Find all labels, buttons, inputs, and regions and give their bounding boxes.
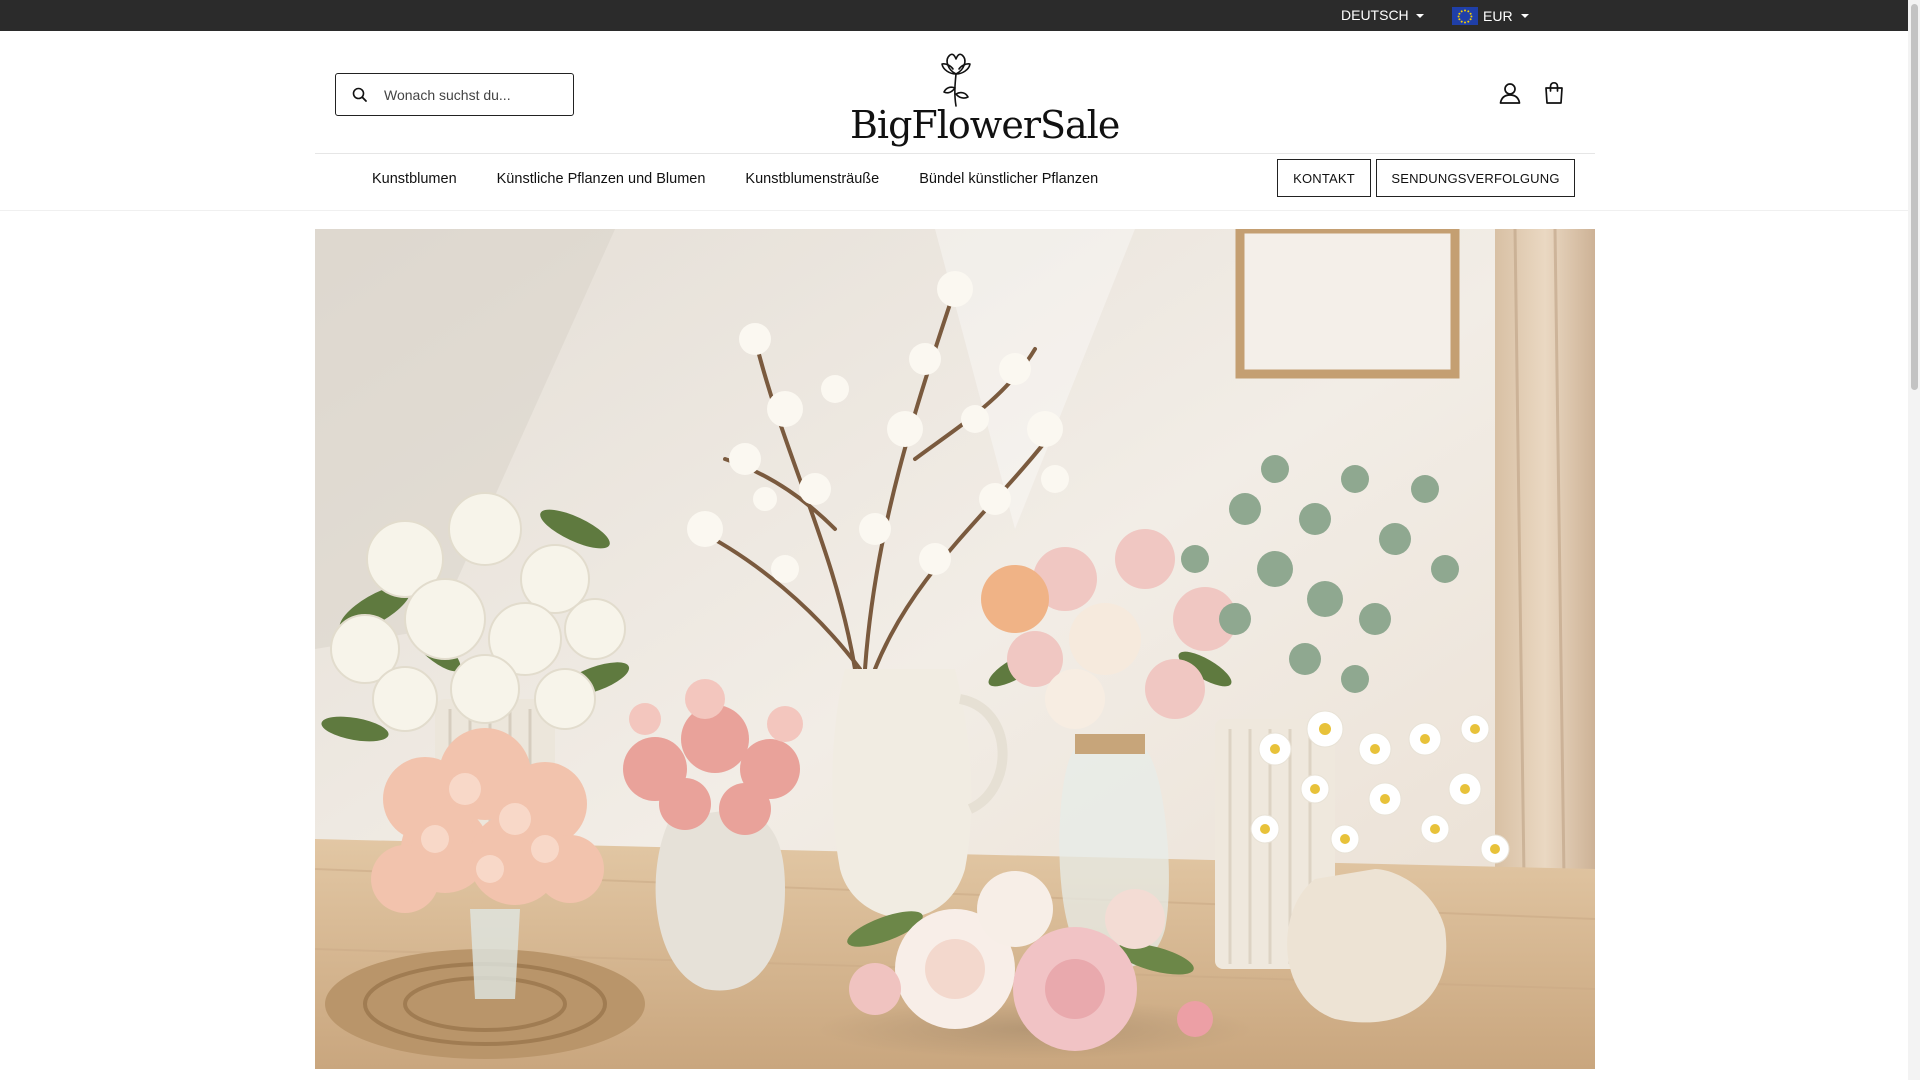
currency-selector[interactable]: EUR bbox=[1452, 0, 1529, 31]
nav-item-kunstblumenstraeusse[interactable]: Kunstblumensträuße bbox=[725, 164, 899, 194]
shopping-bag-icon[interactable] bbox=[1541, 80, 1567, 106]
logo-wordmark: BigFlowerSale bbox=[850, 103, 1120, 147]
nav-item-kunstblumen[interactable]: Kunstblumen bbox=[352, 164, 477, 194]
chevron-down-icon bbox=[1520, 13, 1529, 18]
top-bar: DEUTSCH EUR bbox=[0, 0, 1920, 31]
eu-flag-icon bbox=[1452, 6, 1478, 25]
scrollbar-thumb[interactable] bbox=[1911, 4, 1918, 390]
header-divider bbox=[315, 153, 1595, 154]
flower-arrangement-illustration bbox=[315, 229, 1595, 1069]
search-box[interactable] bbox=[335, 73, 574, 116]
language-selector[interactable]: DEUTSCH bbox=[1341, 0, 1424, 31]
nav-divider bbox=[0, 210, 1920, 211]
contact-button[interactable]: KONTAKT bbox=[1277, 159, 1371, 197]
main-navigation: Kunstblumen Künstliche Pflanzen und Blum… bbox=[352, 164, 1118, 194]
tracking-button[interactable]: SENDUNGSVERFOLGUNG bbox=[1376, 159, 1575, 197]
language-label: DEUTSCH bbox=[1341, 7, 1409, 23]
flower-logo-icon bbox=[941, 53, 971, 107]
page-scrollbar[interactable] bbox=[1908, 0, 1920, 1080]
account-icon[interactable] bbox=[1497, 80, 1523, 106]
nav-item-kuenstliche-pflanzen[interactable]: Künstliche Pflanzen und Blumen bbox=[477, 164, 726, 194]
search-icon[interactable] bbox=[350, 85, 370, 105]
hero-image[interactable] bbox=[315, 229, 1595, 1069]
site-logo[interactable]: BigFlowerSale bbox=[850, 50, 1120, 147]
currency-label: EUR bbox=[1483, 7, 1513, 24]
chevron-down-icon bbox=[1415, 13, 1424, 18]
nav-item-buendel[interactable]: Bündel künstlicher Pflanzen bbox=[899, 164, 1118, 194]
search-input[interactable] bbox=[382, 85, 566, 104]
